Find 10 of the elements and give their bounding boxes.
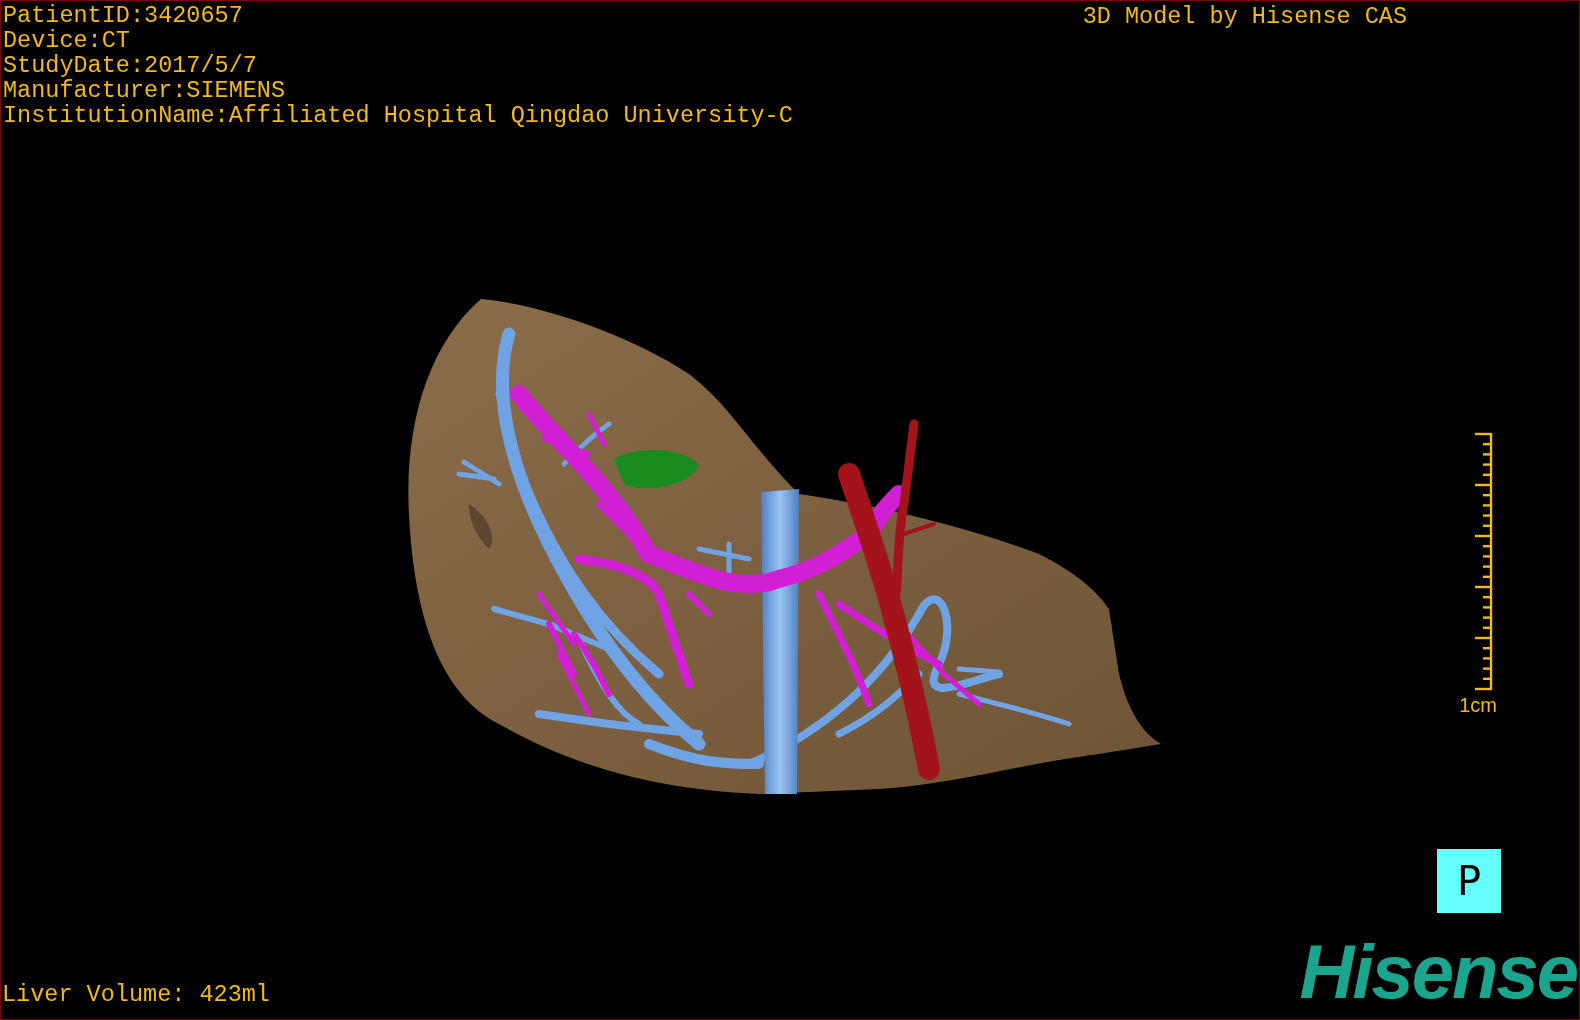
- study-info-line: PatientID:3420657: [3, 3, 244, 28]
- study-info-line: Manufacturer:SIEMENS: [3, 78, 287, 103]
- brand-logo: Hisense: [1299, 939, 1578, 1016]
- viewer-title: 3D Model by Hisense CAS: [1082, 3, 1407, 31]
- study-info-line: Device:CT: [3, 28, 131, 53]
- scale-label: 1cm: [1459, 693, 1497, 716]
- liver-volume-text: Liver Volume: 423ml: [1, 981, 270, 1010]
- orientation-marker: P: [1437, 849, 1501, 913]
- study-info-line: InstitutionName:Affiliated Hospital Qingdao University-C: [3, 103, 793, 128]
- study-info-line: StudyDate:2017/5/7: [3, 53, 258, 78]
